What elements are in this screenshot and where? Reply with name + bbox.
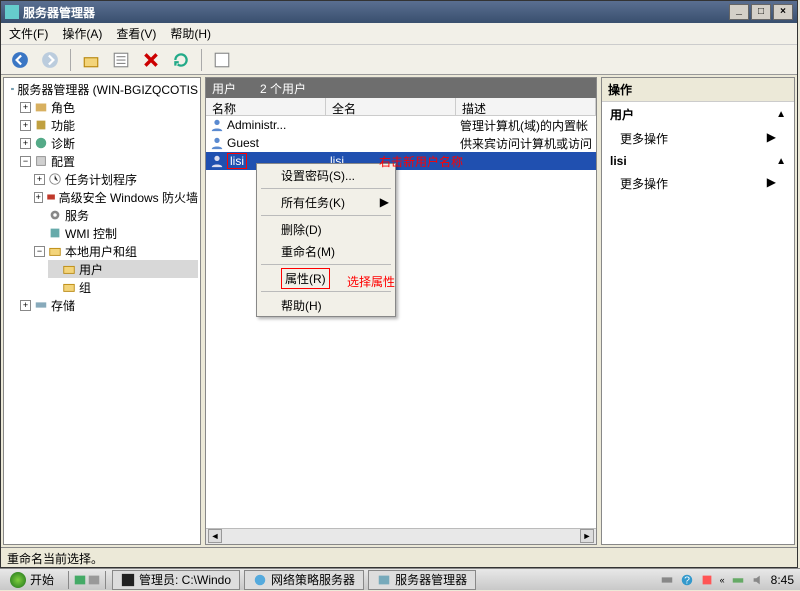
quicklaunch-icon[interactable] <box>73 573 87 587</box>
menu-action[interactable]: 操作(A) <box>62 25 102 42</box>
annotation-select-props: 选择属性 <box>347 273 395 290</box>
tree-storage[interactable]: +存储 <box>20 296 198 314</box>
expander-icon[interactable]: + <box>20 138 31 149</box>
tree-tasksched[interactable]: +任务计划程序 <box>34 170 198 188</box>
table-row[interactable]: Guest 供来宾访问计算机或访问 <box>206 134 596 152</box>
chevron-up-icon: ▲ <box>776 109 786 120</box>
user-icon <box>210 136 224 150</box>
scroll-left-icon[interactable]: ◄ <box>208 529 222 543</box>
context-menu: 设置密码(S)... 所有任务(K)▶ 删除(D) 重命名(M) 属性(R) 帮… <box>256 163 396 317</box>
actions-title: 操作 <box>602 78 794 102</box>
actions-section-users[interactable]: 用户▲ <box>602 102 794 127</box>
tree-groups[interactable]: 组 <box>48 278 198 296</box>
quicklaunch-icon[interactable] <box>87 573 101 587</box>
table-row[interactable]: Administr... 管理计算机(域)的内置帐 <box>206 116 596 134</box>
tree-root[interactable]: 服务器管理器 (WIN-BGIZQCOTIS <box>6 80 198 98</box>
expander-icon[interactable]: + <box>20 120 31 131</box>
arrow-right-icon: ▶ <box>767 130 776 147</box>
tree-roles[interactable]: +角色 <box>20 98 198 116</box>
tree-diagnostics[interactable]: +诊断 <box>20 134 198 152</box>
list-header-count: 2 个用户 <box>260 80 306 97</box>
user-icon <box>210 118 224 132</box>
menu-separator <box>261 291 391 292</box>
properties-button[interactable] <box>108 47 134 73</box>
expander-icon[interactable]: + <box>34 192 43 203</box>
tree-config[interactable]: −配置 <box>20 152 198 170</box>
expander-icon[interactable]: + <box>20 102 31 113</box>
taskbar-item[interactable]: 服务器管理器 <box>368 570 476 590</box>
chevron-up-icon: ▲ <box>776 156 786 167</box>
tree-services[interactable]: 服务 <box>34 206 198 224</box>
tree-pane: 服务器管理器 (WIN-BGIZQCOTIS +角色 +功能 +诊断 −配置 +… <box>3 77 201 545</box>
status-bar: 重命名当前选择。 <box>1 547 797 567</box>
taskbar: 开始 管理员: C:\Windo 网络策略服务器 服务器管理器 ? « 8:45 <box>0 568 800 590</box>
list-header: 用户 2 个用户 <box>206 78 596 98</box>
actions-more-2[interactable]: 更多操作▶ <box>602 172 794 195</box>
menu-file[interactable]: 文件(F) <box>9 25 48 42</box>
menu-view[interactable]: 查看(V) <box>116 25 156 42</box>
ctx-delete[interactable]: 删除(D) <box>257 218 395 240</box>
tray-icon[interactable]: ? <box>680 573 694 587</box>
col-name[interactable]: 名称 <box>206 98 326 115</box>
tree-wmi[interactable]: WMI 控制 <box>34 224 198 242</box>
system-tray: ? « 8:45 <box>654 573 800 587</box>
restore-button[interactable]: □ <box>751 4 771 20</box>
window-title: 服务器管理器 <box>23 4 95 21</box>
actions-more-1[interactable]: 更多操作▶ <box>602 127 794 150</box>
col-desc[interactable]: 描述 <box>456 98 596 115</box>
list-header-title: 用户 <box>212 80 236 97</box>
actions-section-lisi[interactable]: lisi▲ <box>602 150 794 172</box>
expander-icon[interactable]: + <box>34 174 45 185</box>
taskbar-item[interactable]: 网络策略服务器 <box>244 570 364 590</box>
scroll-right-icon[interactable]: ► <box>580 529 594 543</box>
tray-icon[interactable] <box>660 573 674 587</box>
menubar: 文件(F) 操作(A) 查看(V) 帮助(H) <box>1 23 797 45</box>
forward-button[interactable] <box>37 47 63 73</box>
tray-icon[interactable] <box>731 573 745 587</box>
col-fullname[interactable]: 全名 <box>326 98 456 115</box>
svg-text:?: ? <box>684 574 690 586</box>
tray-chevron-icon[interactable]: « <box>720 575 725 585</box>
tray-icon[interactable] <box>700 573 714 587</box>
toolbar-separator <box>70 49 71 71</box>
back-button[interactable] <box>7 47 33 73</box>
refresh-button[interactable] <box>168 47 194 73</box>
toolbar <box>1 45 797 75</box>
toolbar-separator <box>201 49 202 71</box>
delete-button[interactable] <box>138 47 164 73</box>
menu-separator <box>261 188 391 189</box>
expander-icon[interactable]: + <box>20 300 31 311</box>
start-orb-icon <box>10 572 26 588</box>
volume-icon[interactable] <box>751 573 765 587</box>
taskbar-item[interactable]: 管理员: C:\Windo <box>112 570 240 590</box>
expander-icon[interactable]: − <box>34 246 45 257</box>
annotation-right-click: 右击新用户名称 <box>379 153 463 170</box>
titlebar: 服务器管理器 _ □ × <box>1 1 797 23</box>
tree-firewall[interactable]: +高级安全 Windows 防火墙 <box>34 188 198 206</box>
ctx-all-tasks[interactable]: 所有任务(K)▶ <box>257 191 395 213</box>
arrow-right-icon: ▶ <box>767 175 776 192</box>
tree-users[interactable]: 用户 <box>48 260 198 278</box>
expander-icon[interactable]: − <box>20 156 31 167</box>
clock[interactable]: 8:45 <box>771 573 794 587</box>
menu-help[interactable]: 帮助(H) <box>170 25 211 42</box>
ctx-help[interactable]: 帮助(H) <box>257 294 395 316</box>
app-icon <box>5 5 19 19</box>
minimize-button[interactable]: _ <box>729 4 749 20</box>
user-icon <box>210 154 224 168</box>
ctx-rename[interactable]: 重命名(M) <box>257 240 395 262</box>
tree-features[interactable]: +功能 <box>20 116 198 134</box>
close-button[interactable]: × <box>773 4 793 20</box>
tree-localusersgroups[interactable]: −本地用户和组 <box>34 242 198 260</box>
menu-separator <box>261 264 391 265</box>
menu-separator <box>261 215 391 216</box>
up-button[interactable] <box>78 47 104 73</box>
column-headers: 名称 全名 描述 <box>206 98 596 116</box>
ctx-set-password[interactable]: 设置密码(S)... <box>257 164 395 186</box>
horizontal-scrollbar[interactable]: ◄ ► <box>206 528 596 544</box>
help-button[interactable] <box>209 47 235 73</box>
start-button[interactable]: 开始 <box>0 569 64 591</box>
arrow-right-icon: ▶ <box>380 195 389 209</box>
actions-pane: 操作 用户▲ 更多操作▶ lisi▲ 更多操作▶ <box>601 77 795 545</box>
